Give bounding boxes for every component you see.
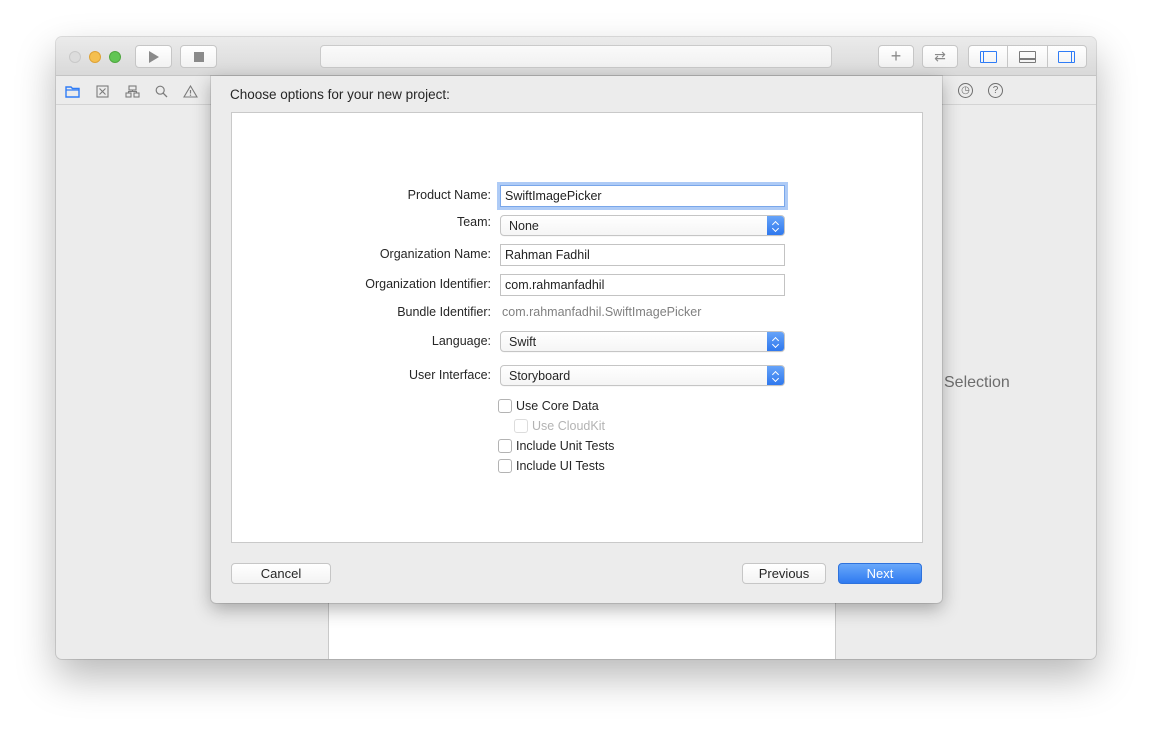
search-icon[interactable] bbox=[152, 82, 170, 100]
include-unit-tests-checkbox[interactable]: Include Unit Tests bbox=[498, 439, 614, 453]
bundle-identifier-value: com.rahmanfadhil.SwiftImagePicker bbox=[502, 305, 702, 319]
cancel-button[interactable]: Cancel bbox=[231, 563, 331, 584]
product-name-field[interactable] bbox=[500, 185, 785, 207]
no-selection-label: Selection bbox=[944, 374, 1010, 391]
use-core-data-label: Use Core Data bbox=[516, 399, 599, 413]
language-label: Language: bbox=[431, 334, 491, 348]
organization-identifier-field[interactable] bbox=[500, 274, 785, 296]
plus-icon: + bbox=[890, 46, 902, 66]
left-panel-icon bbox=[979, 50, 997, 63]
team-value: None bbox=[509, 219, 539, 233]
play-icon bbox=[148, 50, 159, 63]
bundle-identifier-label: Bundle Identifier: bbox=[397, 305, 491, 319]
include-unit-tests-label: Include Unit Tests bbox=[516, 439, 615, 453]
user-interface-popup[interactable]: Storyboard bbox=[500, 365, 785, 386]
checkbox-box bbox=[498, 459, 512, 473]
folder-icon[interactable] bbox=[63, 82, 81, 100]
user-interface-label: User Interface: bbox=[409, 368, 491, 382]
team-popup[interactable]: None bbox=[500, 215, 785, 236]
user-interface-value: Storyboard bbox=[509, 369, 571, 383]
minimize-window-button[interactable] bbox=[89, 51, 101, 63]
updown-chevron-icon bbox=[767, 366, 784, 385]
new-project-options-sheet: Choose options for your new project: Pro… bbox=[211, 76, 942, 603]
activity-viewer bbox=[320, 45, 832, 68]
bottom-panel-icon bbox=[1018, 50, 1036, 63]
product-name-label: Product Name: bbox=[407, 188, 491, 202]
toggle-debug-area-button[interactable] bbox=[1008, 46, 1048, 67]
previous-button[interactable]: Previous bbox=[742, 563, 826, 584]
toggle-navigator-button[interactable] bbox=[969, 46, 1009, 67]
close-window-button[interactable] bbox=[69, 51, 81, 63]
stop-icon bbox=[193, 51, 204, 62]
language-value: Swift bbox=[509, 335, 537, 349]
run-button[interactable] bbox=[135, 45, 172, 68]
next-button-label: Next bbox=[866, 566, 894, 581]
sheet-title: Choose options for your new project: bbox=[230, 87, 450, 102]
use-cloudkit-label: Use CloudKit bbox=[532, 419, 605, 433]
language-popup[interactable]: Swift bbox=[500, 331, 785, 352]
swap-arrows-icon: ⇄ bbox=[934, 48, 946, 64]
use-core-data-checkbox[interactable]: Use Core Data bbox=[498, 399, 599, 413]
zoom-window-button[interactable] bbox=[109, 51, 121, 63]
help-icon[interactable]: ? bbox=[988, 83, 1003, 98]
code-review-button[interactable]: ⇄ bbox=[922, 45, 958, 68]
options-panel: Product Name: Team: None Organization Na… bbox=[231, 112, 923, 543]
checkbox-box bbox=[514, 419, 528, 433]
organization-name-label: Organization Name: bbox=[379, 247, 491, 261]
source-control-icon[interactable] bbox=[93, 82, 111, 100]
updown-chevron-icon bbox=[767, 332, 784, 351]
checkbox-box bbox=[498, 439, 512, 453]
window-toolbar: + ⇄ bbox=[56, 37, 1096, 76]
library-button[interactable]: + bbox=[878, 45, 914, 68]
toggle-inspector-button[interactable] bbox=[1048, 46, 1086, 67]
team-label: Team: bbox=[456, 215, 491, 229]
organization-identifier-label: Organization Identifier: bbox=[365, 277, 491, 291]
include-ui-tests-checkbox[interactable]: Include UI Tests bbox=[498, 459, 605, 473]
warning-icon[interactable] bbox=[181, 82, 199, 100]
previous-button-label: Previous bbox=[758, 566, 810, 581]
panel-visibility-control bbox=[968, 45, 1087, 68]
organization-name-field[interactable] bbox=[500, 244, 785, 266]
cancel-button-label: Cancel bbox=[260, 566, 302, 581]
right-panel-icon bbox=[1058, 50, 1076, 63]
use-cloudkit-checkbox: Use CloudKit bbox=[514, 419, 605, 433]
next-button[interactable]: Next bbox=[838, 563, 922, 584]
checkbox-box bbox=[498, 399, 512, 413]
include-ui-tests-label: Include UI Tests bbox=[516, 459, 605, 473]
stop-button[interactable] bbox=[180, 45, 217, 68]
history-icon[interactable]: ◷ bbox=[958, 83, 973, 98]
symbol-hierarchy-icon[interactable] bbox=[123, 82, 141, 100]
updown-chevron-icon bbox=[767, 216, 784, 235]
